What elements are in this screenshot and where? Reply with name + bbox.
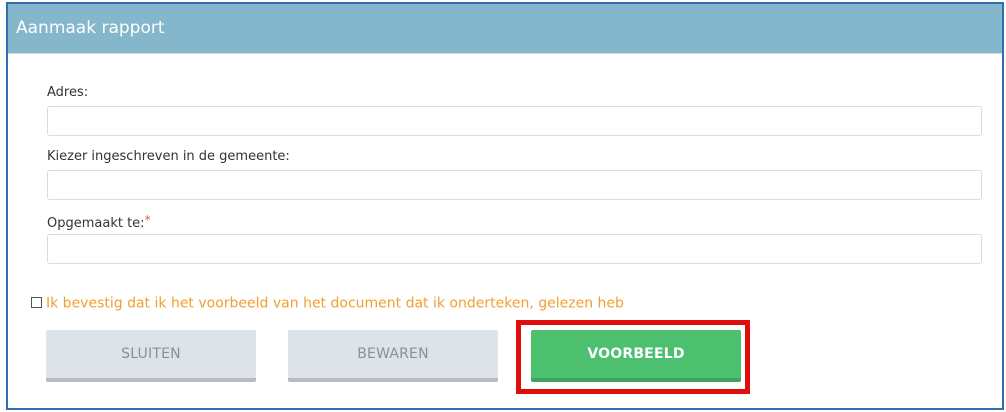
address-label: Adres: bbox=[47, 85, 89, 100]
dialog-title: Aanmaak rapport bbox=[16, 18, 165, 38]
confirm-text[interactable]: Ik bevestig dat ik het voorbeeld van het… bbox=[46, 296, 624, 312]
voter-registered-input[interactable] bbox=[47, 170, 982, 200]
confirm-row[interactable]: Ik bevestig dat ik het voorbeeld van het… bbox=[31, 293, 624, 312]
preview-highlight-box bbox=[516, 320, 750, 394]
confirm-checkbox[interactable] bbox=[31, 297, 42, 308]
made-at-input[interactable] bbox=[47, 234, 982, 264]
made-at-label-text: Opgemaakt te: bbox=[47, 216, 145, 231]
voter-registered-label: Kiezer ingeschreven in de gemeente: bbox=[47, 149, 290, 164]
made-at-label: Opgemaakt te:* bbox=[47, 213, 151, 232]
save-button[interactable]: BEWAREN bbox=[288, 330, 498, 382]
dialog-header: Aanmaak rapport bbox=[8, 4, 1002, 54]
address-input[interactable] bbox=[47, 106, 982, 136]
report-dialog: Aanmaak rapport Adres: Kiezer ingeschrev… bbox=[6, 2, 1004, 410]
required-mark: * bbox=[144, 213, 151, 227]
close-button[interactable]: SLUITEN bbox=[46, 330, 256, 382]
